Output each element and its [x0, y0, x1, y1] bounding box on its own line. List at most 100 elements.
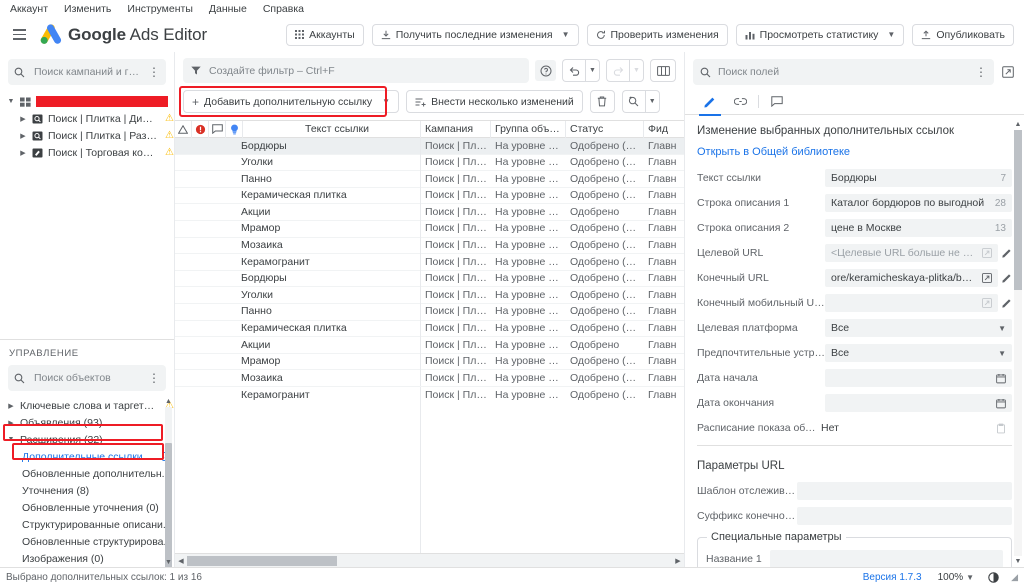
table-row[interactable]: Керамическая плитка Поиск | Плитк... На … [175, 320, 684, 338]
details-scroll-thumb[interactable] [1014, 130, 1022, 290]
campaign-search-input[interactable]: Поиск кампаний и групп о... ⋮ [8, 59, 166, 85]
field-search-more-icon[interactable]: ⋮ [975, 66, 987, 78]
scroll-up-arrow-icon[interactable]: ▲ [165, 398, 172, 405]
campaign-node-2[interactable]: ▶ Поиск | Плитка | Размер... ⚠ [0, 127, 174, 144]
table-row[interactable]: Уголки Поиск | Плитк... На уровне ка... … [175, 154, 684, 172]
columns-button[interactable] [650, 59, 676, 82]
chevron-down-icon[interactable]: ▼ [6, 436, 16, 443]
undo-button[interactable] [562, 59, 585, 82]
object-search-input[interactable]: Поиск объектов ⋮ [8, 365, 166, 391]
help-icon[interactable] [535, 60, 556, 81]
redo-button[interactable] [606, 59, 629, 82]
menu-item-data[interactable]: Данные [209, 3, 247, 15]
table-row[interactable]: Керамическая плитка Поиск | Плитк... На … [175, 187, 684, 205]
column-header-comment[interactable] [209, 120, 226, 138]
filter-input[interactable]: Создайте фильтр – Ctrl+F [183, 58, 529, 83]
sidebar-item-extensions[interactable]: ▼ Расширения (32) [0, 431, 174, 448]
table-row[interactable]: Мрамор Поиск | Плитк... На уровне ка... … [175, 353, 684, 371]
preferred-devices-select[interactable]: Все ▼ [825, 344, 1012, 362]
chevron-right-icon[interactable]: ▶ [18, 115, 28, 123]
tab-links[interactable] [725, 89, 755, 115]
chevron-down-icon[interactable]: ▼ [6, 98, 16, 105]
chevron-right-icon[interactable]: ▶ [18, 149, 28, 157]
scroll-up-arrow-icon[interactable]: ▲ [1014, 121, 1022, 128]
check-changes-button[interactable]: Проверить изменения [586, 23, 728, 46]
menu-item-edit[interactable]: Изменить [64, 3, 111, 15]
get-recent-changes-button[interactable]: Получить последние изменения ▼ [371, 23, 579, 46]
resize-grip-icon[interactable]: ◢ [1011, 572, 1018, 583]
find-replace-button[interactable] [621, 90, 645, 113]
scroll-right-arrow-icon[interactable]: ▶ [672, 557, 684, 565]
column-header-idea[interactable] [226, 120, 243, 138]
table-horizontal-scrollbar[interactable]: ◀ ▶ [175, 553, 684, 567]
object-list-scroll-thumb[interactable] [165, 443, 172, 567]
chevron-down-icon[interactable]: ▼ [382, 97, 390, 106]
sidebar-item-upgraded-sitelinks[interactable]: Обновленные дополнительн... [0, 465, 174, 482]
sidebar-item-upgraded-callouts[interactable]: Обновленные уточнения (0) [0, 499, 174, 516]
undo-dropdown-button[interactable]: ▼ [585, 59, 600, 82]
table-row[interactable]: Панно Поиск | Плитк... На уровне ка... О… [175, 303, 684, 321]
shared-library-link[interactable]: Открыть в Общей библиотеке [697, 146, 1012, 158]
tab-comments[interactable] [762, 89, 792, 115]
link-text-input[interactable]: Бордюры 7 [825, 169, 1012, 187]
edit-final-url-icon[interactable] [1002, 273, 1012, 283]
chevron-right-icon[interactable]: ▶ [6, 402, 16, 410]
sidebar-item-upgraded-structured-snippets[interactable]: Обновленные структурирова... [0, 533, 174, 550]
scroll-down-arrow-icon[interactable]: ▼ [1014, 558, 1022, 565]
add-sitelink-button[interactable]: + Добавить дополнительную ссылку ▼ [183, 90, 400, 113]
table-row[interactable]: Бордюры Поиск | Плитк... На уровне ка...… [175, 270, 684, 288]
open-url-icon[interactable] [982, 273, 992, 283]
zoom-selector[interactable]: 100% ▼ [938, 572, 975, 583]
tracking-template-input[interactable] [797, 482, 1012, 500]
end-date-input[interactable] [825, 394, 1012, 412]
details-scrollbar[interactable]: ▲ ▼ [1014, 121, 1022, 565]
accounts-button[interactable]: Аккаунты [286, 23, 364, 46]
scroll-left-arrow-icon[interactable]: ◀ [175, 557, 187, 565]
table-row[interactable]: Уголки Поиск | Плитк... На уровне ка... … [175, 286, 684, 304]
redo-dropdown-button[interactable]: ▼ [629, 59, 644, 82]
final-mobile-url-input[interactable] [825, 294, 998, 312]
start-date-input[interactable] [825, 369, 1012, 387]
description-1-input[interactable]: Каталог бордюров по выгодной 28 [825, 194, 1012, 212]
publish-button[interactable]: Опубликовать [912, 23, 1014, 46]
edit-final-mobile-url-icon[interactable] [1002, 298, 1012, 308]
find-replace-dropdown-button[interactable]: ▼ [644, 90, 660, 113]
calendar-icon[interactable] [996, 373, 1006, 384]
column-header-status[interactable]: Статус [566, 120, 644, 138]
object-search-more-icon[interactable]: ⋮ [148, 372, 160, 384]
sidebar-item-keywords[interactable]: ▶ Ключевые слова и таргетин... ⚠ [0, 397, 174, 414]
destination-url-input[interactable]: <Целевые URL больше не подде... [825, 244, 998, 262]
sidebar-item-images[interactable]: Изображения (0) [0, 550, 174, 567]
column-header-campaign[interactable]: Кампания [421, 120, 491, 138]
table-row[interactable]: Мозаика Поиск | Плитк... На уровне ка...… [175, 369, 684, 387]
final-url-suffix-input[interactable] [797, 507, 1012, 525]
table-row[interactable]: Керамогранит Поиск | Плитк... На уровне … [175, 386, 684, 404]
table-row[interactable]: Бордюры Поиск | Плитк... На уровне ка...… [175, 138, 684, 155]
sidebar-item-callouts[interactable]: Уточнения (8) [0, 482, 174, 499]
tab-edit[interactable] [695, 89, 725, 116]
menu-item-help[interactable]: Справка [263, 3, 304, 15]
horizontal-scroll-thumb[interactable] [187, 555, 337, 566]
column-header-error[interactable] [192, 120, 209, 138]
delete-button[interactable] [589, 90, 615, 113]
target-platform-select[interactable]: Все ▼ [825, 319, 1012, 337]
scroll-down-arrow-icon[interactable]: ▼ [165, 559, 172, 566]
final-url-input[interactable]: ore/keramicheskaya-plitka/bordyury [825, 269, 998, 287]
table-row[interactable]: Панно Поиск | Плитк... На уровне ка... О… [175, 170, 684, 188]
menu-item-account[interactable]: Аккаунт [10, 3, 48, 15]
schedule-icon[interactable] [996, 423, 1006, 434]
menu-item-tools[interactable]: Инструменты [127, 3, 192, 15]
table-row[interactable]: Мозаика Поиск | Плитк... На уровне ка...… [175, 237, 684, 255]
edit-destination-url-icon[interactable] [1002, 248, 1012, 258]
table-row[interactable]: Керамогранит Поиск | Плитк... На уровне … [175, 253, 684, 271]
description-2-input[interactable]: цене в Москве 13 [825, 219, 1012, 237]
bulk-edit-button[interactable]: Внести несколько изменений [406, 90, 583, 113]
sidebar-item-ads[interactable]: ▶ Объявления (93) [0, 414, 174, 431]
contrast-icon[interactable] [988, 571, 999, 583]
table-row[interactable]: Акции Поиск | Плитк... На уровне ка... О… [175, 336, 684, 354]
version-link[interactable]: Версия 1.7.3 [863, 572, 922, 583]
account-node[interactable]: ▼ [0, 93, 174, 110]
horizontal-scroll-track[interactable] [187, 555, 672, 566]
table-row[interactable]: Акции Поиск | Плитк... На уровне ка... О… [175, 203, 684, 221]
campaign-search-more-icon[interactable]: ⋮ [148, 66, 160, 78]
